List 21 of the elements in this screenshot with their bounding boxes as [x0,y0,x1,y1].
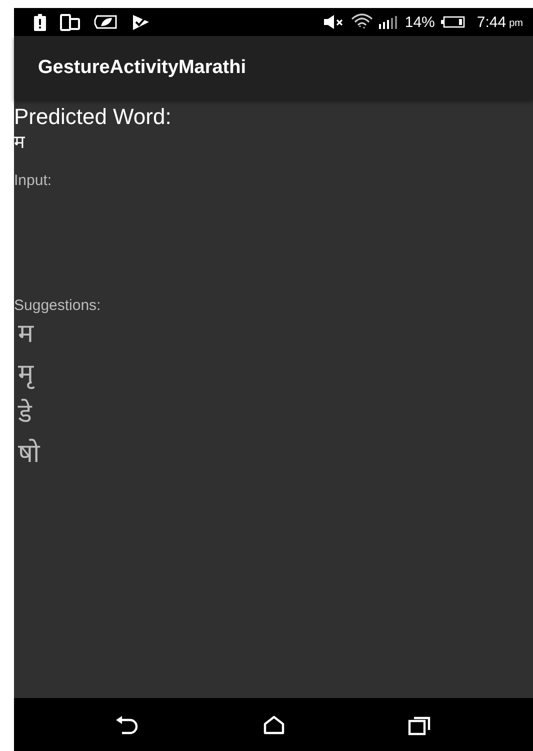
predicted-word: म [14,131,25,155]
leaf-battery-icon [94,15,118,29]
clock-ampm: pm [509,18,523,29]
battery-icon [440,16,465,28]
check-flag-icon [132,14,150,30]
battery-alert-icon [34,14,46,30]
wifi-icon [350,13,373,31]
suggestion-item[interactable]: डे [14,394,32,434]
suggestions-label: Suggestions: [14,297,101,314]
suggestion-item[interactable]: मृ [14,354,34,394]
clock-time: 7:44 [476,14,506,30]
input-label: Input: [14,172,52,189]
suggestion-item[interactable]: षो [14,434,40,474]
home-icon[interactable] [263,714,286,734]
predicted-label: Predicted Word: [14,104,172,130]
mute-icon [322,15,345,29]
battery-percent: 14% [404,14,435,30]
app-title: GestureActivityMarathi [38,57,246,79]
suggestion-item[interactable]: म [14,314,34,354]
signal-icon [378,15,399,29]
device-icon [60,14,80,30]
